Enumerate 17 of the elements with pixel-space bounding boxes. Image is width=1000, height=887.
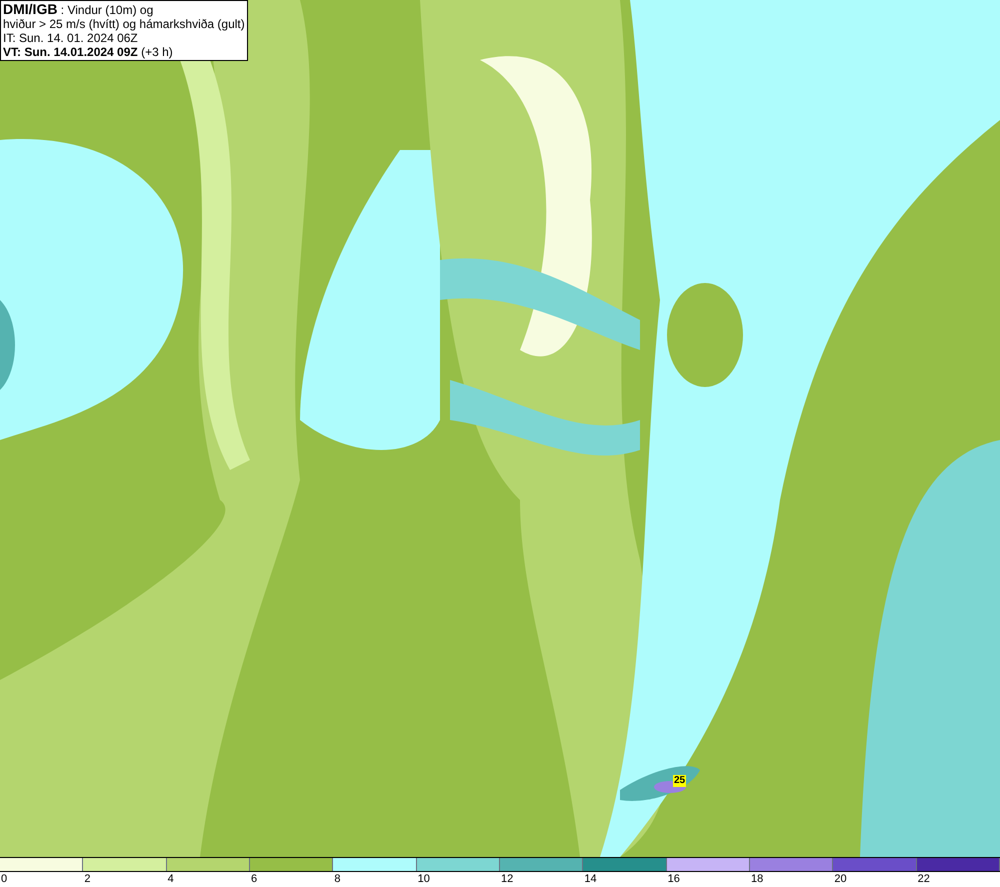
valid-time: VT: Sun. 14.01.2024 09Z (+3 h) [3, 45, 174, 59]
legend-label: 8 [334, 873, 340, 886]
legend-label: 16 [668, 873, 680, 886]
legend-label: 2 [84, 873, 90, 886]
gust-label: 25 [673, 775, 686, 787]
legend-label: 14 [584, 873, 597, 886]
initial-time: IT: Sun. 14. 01. 2024 06Z [3, 31, 139, 45]
legend-label: 4 [168, 873, 174, 886]
legend-label: 6 [251, 873, 258, 886]
legend-label: 22 [918, 873, 930, 886]
map-title: DMI/IGB : Vindur (10m) og [3, 2, 154, 17]
legend-label: 20 [834, 873, 847, 886]
map-subtitle: hviður > 25 m/s (hvítt) og hámarkshviða (gult) [3, 17, 245, 31]
legend-label: 18 [751, 873, 764, 886]
legend-label: 12 [501, 873, 514, 886]
legend-label: 0 [1, 873, 8, 886]
legend-label: 10 [418, 873, 430, 886]
